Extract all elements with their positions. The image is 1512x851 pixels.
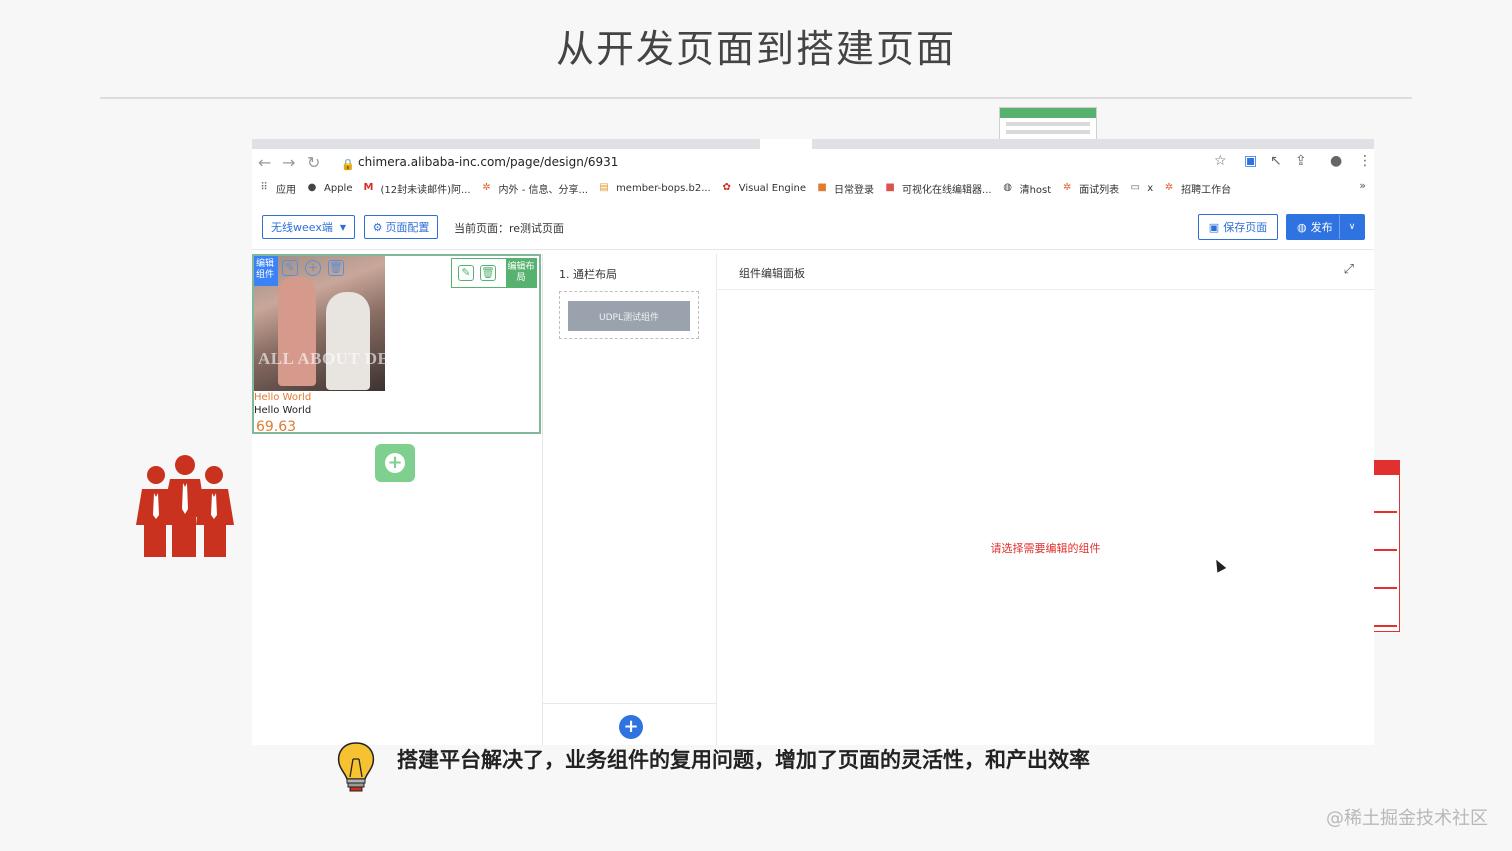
bookmark-folder-x[interactable]: ▭ x — [1129, 182, 1153, 194]
fullscreen-icon[interactable]: ⤢ — [1344, 262, 1354, 277]
udpl-component-item[interactable]: UDPL测试组件 — [568, 301, 690, 331]
bookmark-interview-list[interactable]: ✲ 面试列表 — [1061, 181, 1119, 196]
page-config-button[interactable]: ⚙ 页面配置 — [364, 215, 438, 239]
folder-icon: ▭ — [1130, 182, 1140, 193]
bottom-note: 搭建平台解决了，业务组件的复用问题，增加了页面的灵活性，和产出效率 — [397, 748, 1090, 772]
bookmark-clear-host[interactable]: ◍ 清host — [1002, 181, 1051, 196]
bookmark-apps[interactable]: ⠿ 应用 — [258, 181, 296, 196]
engine-icon: ✿ — [722, 182, 731, 193]
layout-slot: UDPL测试组件 — [559, 291, 699, 339]
globe-icon: ◍ — [1003, 182, 1012, 193]
canvas-pane: ALL ABOUT DENIM 编辑组件 ✎ + 🗑 ✎ 🗑 编辑布局 Hell… — [252, 254, 542, 745]
delete-layout-icon[interactable]: 🗑 — [480, 265, 496, 281]
upload-ext-icon[interactable]: ⇪ — [1295, 153, 1307, 169]
bookmark-neiwai[interactable]: ✲ 内外 - 信息、分享... — [481, 181, 588, 196]
people-group-icon — [136, 455, 234, 557]
bookmark-recruit[interactable]: ✲ 招聘工作台 — [1163, 181, 1231, 196]
star-burst-icon: ✲ — [1062, 182, 1072, 193]
component-editor-pane: 组件编辑面板 ⤢ 请选择需要编辑的组件 — [717, 254, 1374, 745]
star-burst-icon: ✲ — [1164, 182, 1174, 193]
star-burst-icon: ✲ — [482, 182, 491, 193]
caret-down-icon: ▼ — [339, 222, 346, 232]
bookmarks-more[interactable]: » — [1359, 179, 1366, 192]
editor-title: 组件编辑面板 — [739, 267, 805, 280]
divider — [543, 703, 716, 704]
layout-tree-pane: 1. 通栏布局 UDPL测试组件 + — [543, 254, 716, 745]
edit-icon[interactable]: ✎ — [282, 260, 298, 276]
apple-icon: ● — [307, 182, 317, 193]
apps-grid-icon: ⠿ — [260, 182, 268, 193]
bookmark-daily-login[interactable]: ■ 日常登录 — [816, 181, 874, 196]
add-circle-icon[interactable]: + — [305, 260, 321, 276]
trash-icon[interactable]: 🗑 — [328, 260, 344, 276]
edit-layout-icon[interactable]: ✎ — [458, 265, 474, 281]
slide-title: 从开发页面到搭建页面 — [555, 27, 956, 71]
publish-button[interactable]: ◍ 发布 ∨ — [1286, 214, 1365, 240]
globe-icon: ◍ — [1297, 220, 1307, 234]
cursor-ext-icon[interactable]: ↖ — [1270, 153, 1282, 169]
current-page: 当前页面：re测试页面 — [454, 222, 565, 235]
red-square-icon: ■ — [885, 182, 895, 193]
bookmark-mail[interactable]: M (12封未读邮件)阿... — [362, 181, 470, 196]
bookmark-apple[interactable]: ● Apple — [306, 182, 353, 194]
watermark: @稀土掘金技术社区 — [1326, 808, 1488, 829]
side-preview-strip — [1374, 460, 1400, 632]
selected-layout[interactable]: ALL ABOUT DENIM 编辑组件 ✎ + 🗑 ✎ 🗑 编辑布局 Hell… — [252, 254, 541, 435]
save-icon: ▣ — [1208, 220, 1220, 234]
product-price: 69.63 — [256, 419, 297, 435]
save-page-button[interactable]: ▣ 保存页面 — [1198, 214, 1278, 240]
extension-icon[interactable]: ▣ — [1244, 153, 1257, 169]
back-icon[interactable]: ← — [258, 153, 271, 172]
gear-icon: ⚙ — [372, 220, 383, 234]
page-icon: ▤ — [599, 182, 609, 193]
plus-icon: + — [385, 453, 405, 473]
component-tools: ✎ + 🗑 — [282, 260, 344, 276]
editor-header: 组件编辑面板 ⤢ — [717, 254, 1374, 290]
bookmarks-bar: ⠿ 应用 ● Apple M (12封未读邮件)阿... ✲ 内外 - 信息、分享...… — [252, 177, 1374, 199]
platform-select[interactable]: 无线weex端 ▼ — [262, 215, 355, 239]
menu-dots-icon[interactable]: ⋮ — [1358, 153, 1372, 169]
layout-title: 1. 通栏布局 — [559, 268, 617, 281]
orange-square-icon: ■ — [817, 182, 827, 193]
editor-empty-hint: 请选择需要编辑的组件 — [990, 542, 1101, 555]
star-icon[interactable]: ☆ — [1214, 153, 1227, 169]
mouse-cursor-icon — [1211, 557, 1227, 573]
chevron-down-icon[interactable]: ∨ — [1339, 215, 1364, 239]
gmail-icon: M — [363, 182, 374, 193]
bookmark-member-bops[interactable]: ▤ member-bops.b2... — [598, 182, 710, 194]
account-icon[interactable]: ● — [1330, 153, 1342, 169]
edit-layout-tag[interactable]: 编辑布局 — [506, 259, 536, 287]
product-title: Hello World — [254, 392, 312, 403]
bookmark-visual-engine[interactable]: ✿ Visual Engine — [721, 182, 807, 194]
product-subtitle: Hello World — [254, 405, 312, 416]
editor-toolbar: 无线weex端 ▼ ⚙ 页面配置 当前页面：re测试页面 ▣ 保存页面 ◍ 发布 ∨ — [252, 209, 1374, 250]
forward-icon[interactable]: → — [282, 153, 295, 172]
edit-component-tag[interactable]: 编辑组件 — [254, 256, 278, 286]
url-field[interactable]: chimera.alibaba-inc.com/page/design/6931 — [358, 155, 618, 169]
browser-window: ← → ↻ 🔒 chimera.alibaba-inc.com/page/des… — [252, 139, 1374, 745]
tab-strip[interactable] — [252, 139, 1374, 149]
title-divider — [100, 97, 1412, 99]
add-component-button[interactable]: + — [619, 715, 643, 739]
bookmark-visual-editor[interactable]: ■ 可视化在线编辑器... — [884, 181, 991, 196]
lock-icon: 🔒 — [341, 158, 355, 171]
reload-icon[interactable]: ↻ — [307, 153, 320, 172]
lightbulb-icon — [337, 742, 375, 792]
thumbnail-preview — [999, 107, 1097, 143]
add-layout-button[interactable]: + — [375, 444, 415, 482]
layout-tools: ✎ 🗑 编辑布局 — [451, 258, 537, 288]
